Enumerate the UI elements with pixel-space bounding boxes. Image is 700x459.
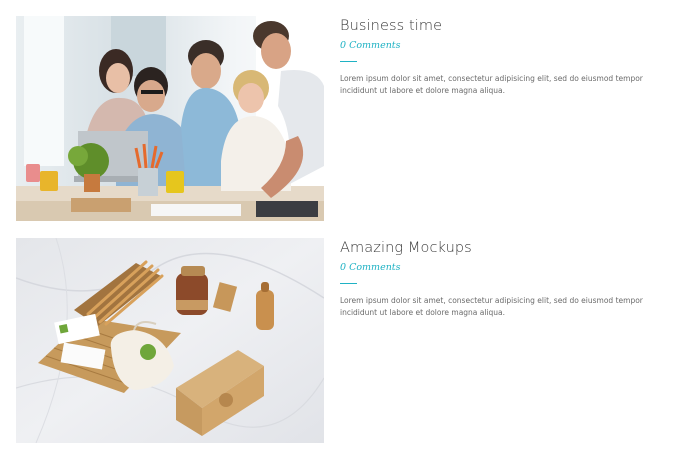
comments-link[interactable]: 0 Comments: [340, 40, 401, 51]
post-content: Business time 0 Comments Lorem ipsum dol…: [340, 16, 670, 104]
title-divider: [340, 283, 357, 284]
branding-mockup-photo: [16, 238, 324, 443]
post-thumbnail[interactable]: [16, 16, 324, 221]
comments-link[interactable]: 0 Comments: [340, 262, 401, 273]
post-excerpt: Lorem ipsum dolor sit amet, consectetur …: [340, 74, 643, 95]
post-title[interactable]: Amazing Mockups: [340, 238, 670, 257]
post-content: Amazing Mockups 0 Comments Lorem ipsum d…: [340, 238, 670, 326]
post-title[interactable]: Business time: [340, 16, 670, 35]
title-divider: [340, 61, 357, 62]
post-excerpt: Lorem ipsum dolor sit amet, consectetur …: [340, 296, 643, 317]
team-around-laptop-photo: [16, 16, 324, 221]
post-thumbnail[interactable]: [16, 238, 324, 443]
